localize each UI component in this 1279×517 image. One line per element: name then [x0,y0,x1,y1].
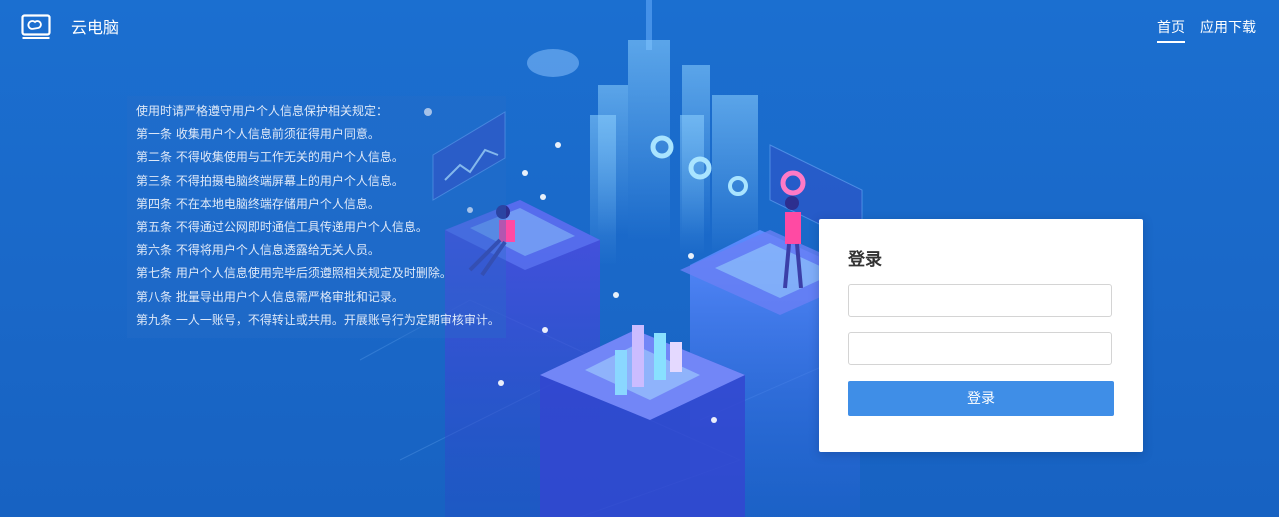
nav-app-download[interactable]: 应用下载 [1200,18,1256,38]
nav-home[interactable]: 首页 [1157,18,1185,43]
password-input[interactable] [848,332,1112,365]
cloud-monitor-icon[interactable] [21,14,51,40]
rule-item: 第五条 不得通过公网即时通信工具传递用户个人信息。 [136,220,428,235]
login-title: 登录 [848,250,882,270]
rules-intro: 使用时请严格遵守用户个人信息保护相关规定： [136,104,389,118]
brand-name: 云电脑 [71,18,120,37]
username-input[interactable] [848,284,1112,317]
rule-item: 第七条 用户个人信息使用完毕后须遵照相关规定及时删除。 [136,266,452,281]
rule-item: 第六条 不得将用户个人信息透露给无关人员。 [136,243,380,258]
login-card: 登录 登录 [819,219,1143,452]
top-bar: 云电脑 首页 应用下载 [0,0,1279,56]
rule-item: 第三条 不得拍摄电脑终端屏幕上的用户个人信息。 [136,173,404,188]
rule-item: 第八条 批量导出用户个人信息需严格审批和记录。 [136,289,404,304]
login-button[interactable]: 登录 [848,381,1114,416]
rule-item: 第九条 一人一账号，不得转让或共用。开展账号行为定期审核审计。 [136,312,500,327]
privacy-rules-notice: 使用时请严格遵守用户个人信息保护相关规定： 第一条 收集用户个人信息前须征得用户… [127,96,506,339]
rule-item: 第一条 收集用户个人信息前须征得用户同意。 [136,127,380,142]
rule-item: 第二条 不得收集使用与工作无关的用户个人信息。 [136,150,404,165]
rule-item: 第四条 不在本地电脑终端存储用户个人信息。 [136,196,380,211]
